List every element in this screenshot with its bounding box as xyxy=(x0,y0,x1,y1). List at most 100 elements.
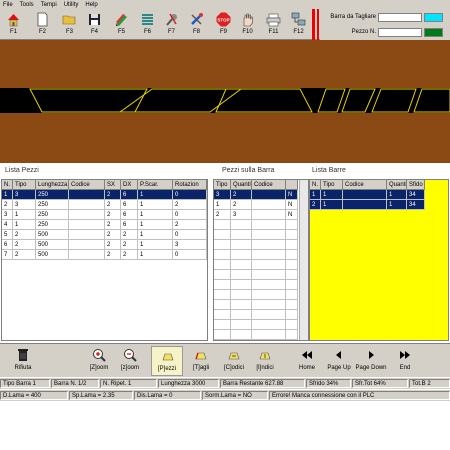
cuts-icon xyxy=(195,352,207,360)
table-row[interactable]: 7 2 500 2 2 1 0 xyxy=(2,250,207,260)
f6-button[interactable]: F6 xyxy=(136,11,159,39)
empty-row[interactable] xyxy=(214,330,298,340)
barra-da-tagliare-label: Barra da Tagliare xyxy=(330,14,376,20)
pezzo-n-field[interactable] xyxy=(378,28,422,37)
table-cell: N xyxy=(286,210,298,220)
column-header[interactable]: N. xyxy=(2,180,13,190)
table-row[interactable]: 1 1 1 34 xyxy=(310,190,425,200)
table-cell xyxy=(252,230,286,240)
table-cell xyxy=(214,320,231,330)
status-sp-lama: Sp.Lama = 2.35 xyxy=(69,391,133,400)
f4-button[interactable]: F4 xyxy=(83,11,106,39)
empty-row[interactable] xyxy=(214,260,298,270)
f9-button[interactable]: STOP F9 xyxy=(212,11,235,39)
home-nav-button[interactable]: Home xyxy=(295,346,319,376)
empty-row[interactable] xyxy=(214,310,298,320)
f12-button[interactable]: F12 xyxy=(287,11,310,39)
menu-file[interactable]: File xyxy=(3,2,13,8)
f1-button[interactable]: F1 xyxy=(2,11,25,39)
f11-button[interactable]: F11 xyxy=(262,11,285,39)
rifiuta-button[interactable]: Rifiuta xyxy=(8,346,38,376)
column-header[interactable]: Quantit xyxy=(231,180,252,190)
zoom-in-button[interactable]: [Z]oom xyxy=(84,346,114,376)
table-cell xyxy=(214,330,231,340)
indici-button[interactable]: [I]ndici xyxy=(250,346,280,376)
zoom-out-button[interactable]: [z]oom xyxy=(115,346,145,376)
empty-row[interactable] xyxy=(214,220,298,230)
f11-label: F11 xyxy=(268,29,279,35)
table-cell: 0 xyxy=(173,250,207,260)
table-header: N. Tipo Codice Quantit Sfido xyxy=(310,180,425,190)
empty-row[interactable] xyxy=(214,300,298,310)
table-cell: 1 xyxy=(138,220,173,230)
status-dis-lama: Dis.Lama = 0 xyxy=(134,391,201,400)
empty-row[interactable] xyxy=(214,280,298,290)
column-header[interactable]: SX xyxy=(105,180,121,190)
lista-barre-table[interactable]: N. Tipo Codice Quantit Sfido 1 1 1 34 2 1 1 34 xyxy=(309,179,449,341)
f5-button[interactable]: F5 xyxy=(110,11,133,39)
column-header[interactable]: N. xyxy=(310,180,321,190)
table-row[interactable]: 3 1 250 2 6 1 0 xyxy=(2,210,207,220)
f2-button[interactable]: F2 xyxy=(31,11,54,39)
pezzi-barra-table[interactable]: Tipo Quantit Codice 3 2 N 1 2 N 2 3 N xyxy=(213,179,309,341)
column-header[interactable]: Codice xyxy=(343,180,387,190)
config-panel: Barra da Tagliare Pezzo N. xyxy=(320,9,450,40)
table-cell xyxy=(286,330,298,340)
pezzi-button[interactable]: [P]ezzi xyxy=(151,346,183,376)
empty-row[interactable] xyxy=(214,250,298,260)
column-header[interactable]: DX xyxy=(121,180,138,190)
zoom-out-label: [z]oom xyxy=(120,365,139,371)
barra-da-tagliare-field[interactable] xyxy=(378,13,422,22)
column-header[interactable] xyxy=(286,180,298,190)
menu-bar: File Tools Tempi Utility Help xyxy=(0,0,450,9)
tagli-button[interactable]: [T]agli xyxy=(186,346,216,376)
page-down-button[interactable]: Page Down xyxy=(352,346,390,376)
empty-row[interactable] xyxy=(214,240,298,250)
table-cell xyxy=(214,280,231,290)
column-header[interactable]: Tipo xyxy=(321,180,343,190)
table-row[interactable]: 5 2 500 2 2 1 0 xyxy=(2,230,207,240)
page-up-button[interactable]: Page Up xyxy=(322,346,356,376)
end-nav-button[interactable]: End xyxy=(393,346,417,376)
table-row[interactable]: 1 3 250 2 6 1 0 xyxy=(2,190,207,200)
column-header[interactable]: Quantit xyxy=(387,180,407,190)
column-header[interactable]: Sfido xyxy=(407,180,425,190)
lista-pezzi-table[interactable]: N. Tipo Lunghezza Codice SX DX P.Scar. Rotazion… xyxy=(1,179,208,341)
codici-button[interactable]: [C]odici xyxy=(219,346,249,376)
table-row[interactable]: 6 2 500 2 2 1 3 xyxy=(2,240,207,250)
f7-button[interactable]: F7 xyxy=(160,11,183,39)
table-cell xyxy=(252,300,286,310)
f8-button[interactable]: F8 xyxy=(185,11,208,39)
table-row[interactable]: 32 N xyxy=(214,190,298,200)
table-row[interactable]: 23 N xyxy=(214,210,298,220)
column-header[interactable]: Codice xyxy=(69,180,105,190)
f3-button[interactable]: F3 xyxy=(58,11,81,39)
empty-row[interactable] xyxy=(214,270,298,280)
empty-row[interactable] xyxy=(214,230,298,240)
table-row[interactable]: 2 3 250 2 6 1 2 xyxy=(2,200,207,210)
scrollbar[interactable] xyxy=(299,180,308,340)
table-cell xyxy=(252,190,286,200)
status-bar-top: Tipo Barra 1 Barra N. 1/2 N. Ripet. 1 Lu… xyxy=(0,378,450,389)
table-row[interactable]: 4 1 250 2 6 1 2 xyxy=(2,220,207,230)
table-cell: 2 xyxy=(105,210,121,220)
f10-button[interactable]: F10 xyxy=(236,11,259,39)
column-header[interactable]: Rotazion xyxy=(173,180,207,190)
empty-row[interactable] xyxy=(214,320,298,330)
menu-tools[interactable]: Tools xyxy=(20,2,34,8)
column-header[interactable]: Codice xyxy=(252,180,286,190)
menu-help[interactable]: Help xyxy=(85,2,97,8)
menu-tempi[interactable]: Tempi xyxy=(41,2,57,8)
table-cell xyxy=(252,210,286,220)
menu-utility[interactable]: Utility xyxy=(64,2,79,8)
table-cell: 2 xyxy=(173,220,207,230)
column-header[interactable]: Tipo xyxy=(214,180,231,190)
table-cell: 1 xyxy=(2,190,13,200)
column-header[interactable]: Lunghezza xyxy=(36,180,69,190)
column-header[interactable]: P.Scar. xyxy=(138,180,173,190)
table-cell: 1 xyxy=(321,200,343,210)
table-row[interactable]: 2 1 1 34 xyxy=(310,200,425,210)
table-row[interactable]: 12 N xyxy=(214,200,298,210)
column-header[interactable]: Tipo xyxy=(13,180,36,190)
empty-row[interactable] xyxy=(214,290,298,300)
